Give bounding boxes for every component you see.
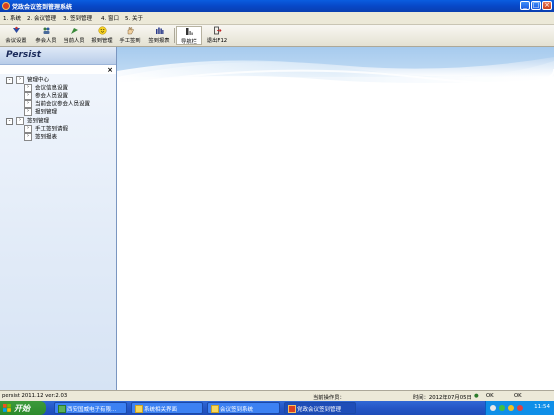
status-ok-icon: ●	[474, 393, 479, 399]
maximize-button[interactable]: □	[531, 1, 541, 10]
toolbar-label: 会议设置	[5, 38, 27, 44]
toolbar-label: 参会人员	[35, 38, 57, 44]
meeting-icon	[12, 26, 21, 35]
status-ok-2: OK	[514, 393, 522, 399]
menu-item-checkin[interactable]: 3. 签到管理	[63, 14, 92, 22]
start-button[interactable]: 开始	[0, 401, 46, 415]
menu-bar: 1. 系统 2. 会议管理 3. 签到管理 4. 窗口 5. 关于	[0, 12, 554, 25]
toolbar-meeting-settings[interactable]: 会议设置	[3, 26, 29, 45]
toolbar-attendees[interactable]: 参会人员	[33, 26, 59, 45]
taskbar-item-2[interactable]: 系统相关界面	[131, 402, 203, 414]
toolbar: 会议设置 参会人员 当前人员 报到管理 手工签到 签到报表 导航栏 退出F12	[0, 25, 554, 47]
toolbar-navigator[interactable]: 导航栏	[176, 26, 202, 45]
toolbar-separator	[174, 28, 175, 43]
minimize-button[interactable]: _	[520, 1, 530, 10]
status-ok-1: OK	[486, 393, 494, 399]
toolbar-current-people[interactable]: 当前人员	[61, 26, 87, 45]
status-operator: 当前操作员：	[313, 395, 345, 401]
page-icon: ›	[24, 133, 32, 141]
taskbar-item-label: 西安国威电子有限...	[67, 407, 117, 413]
toolbar-label: 导航栏	[181, 39, 197, 45]
tree-label: 手工签到请假	[35, 126, 69, 133]
exit-icon	[213, 26, 222, 35]
page-icon: ›	[24, 84, 32, 92]
main-workspace	[117, 47, 554, 390]
taskbar-item-4[interactable]: 党政会议签到管理	[284, 402, 356, 414]
tree-item-meeting-info[interactable]: › 会议信息设置	[24, 84, 68, 92]
toolbar-label: 签到报表	[148, 38, 170, 44]
tree-label: 参会人员设置	[35, 93, 69, 100]
tray-icon[interactable]	[508, 405, 514, 411]
tree-label: 当前会议参会人员设置	[35, 101, 91, 108]
toolbar-label: 手工签到	[119, 38, 141, 44]
taskbar: 开始 西安国威电子有限... 系统相关界面 会议签到系统 党政会议签到管理 11…	[0, 401, 554, 415]
navigator-title: Persist	[6, 50, 41, 60]
taskbar-item-1[interactable]: 西安国威电子有限...	[54, 402, 127, 414]
menu-item-about[interactable]: 5. 关于	[125, 14, 143, 22]
menu-item-window[interactable]: 4. 窗口	[101, 14, 119, 22]
report-icon	[155, 26, 164, 35]
taskbar-item-3[interactable]: 会议签到系统	[207, 402, 280, 414]
navigator-close-button[interactable]: ×	[107, 66, 113, 74]
tree-item-registration-management[interactable]: › 报到管理	[24, 108, 57, 116]
collapse-icon[interactable]: -	[6, 118, 13, 125]
person-icon	[70, 26, 79, 35]
close-button[interactable]: ×	[542, 1, 552, 10]
toolbar-label: 当前人员	[63, 38, 85, 44]
collapse-icon[interactable]: -	[6, 77, 13, 84]
tree-item-attendee-settings[interactable]: › 参会人员设置	[24, 92, 68, 100]
page-icon: ›	[24, 100, 32, 108]
toolbar-label: 退出F12	[206, 38, 228, 44]
tree-label: 签到报表	[35, 134, 58, 141]
system-tray: 11:54	[485, 401, 554, 415]
browser-icon	[58, 405, 66, 413]
tray-icon[interactable]	[499, 405, 505, 411]
taskbar-item-label: 系统相关界面	[144, 407, 178, 413]
tree-label: 会议信息设置	[35, 85, 69, 92]
folder-icon: ›	[16, 76, 24, 84]
tray-icon[interactable]	[490, 405, 496, 411]
toolbar-registration[interactable]: 报到管理	[89, 26, 115, 45]
menu-item-meeting[interactable]: 2. 会议管理	[27, 14, 56, 22]
clock[interactable]: 11:54	[534, 404, 550, 410]
page-icon: ›	[24, 108, 32, 116]
people-icon	[42, 26, 51, 35]
folder-icon: ›	[16, 117, 24, 125]
app-icon	[2, 2, 10, 10]
tree-label: 报到管理	[35, 109, 58, 116]
tree-label: 管理中心	[27, 77, 50, 84]
tree-item-current-meeting-attendees[interactable]: › 当前会议参会人员设置	[24, 100, 90, 108]
navigator-panel: Persist × - › 管理中心 › 会议信息设置 › 参会人员设置 › 当前会议参…	[0, 47, 117, 390]
start-label: 开始	[14, 404, 30, 413]
tree-item-checkin-report[interactable]: › 签到报表	[24, 133, 57, 141]
toolbar-label: 报到管理	[91, 38, 113, 44]
hand-icon	[126, 26, 135, 35]
app-icon	[288, 405, 296, 413]
toolbar-checkin-report[interactable]: 签到报表	[146, 26, 172, 45]
header-wave-graphic	[117, 47, 554, 127]
navigator-header: Persist	[0, 47, 116, 65]
title-bar[interactable]: 党政会议签到管理系统 _ □ ×	[0, 0, 554, 12]
navigator-icon	[185, 27, 194, 36]
status-time: 时间：2012年07月05日	[413, 395, 472, 401]
smiley-icon	[97, 26, 107, 35]
status-version: persist 2011.12 ver:2.03	[2, 393, 68, 399]
window-title: 党政会议签到管理系统	[12, 4, 73, 11]
menu-item-system[interactable]: 1. 系统	[3, 14, 21, 22]
toolbar-exit[interactable]: 退出F12	[204, 26, 230, 45]
app-window: 党政会议签到管理系统 _ □ × 1. 系统 2. 会议管理 3. 签到管理 4…	[0, 0, 554, 402]
tray-icon[interactable]	[517, 405, 523, 411]
folder-icon	[135, 405, 143, 413]
taskbar-item-label: 党政会议签到管理	[297, 407, 342, 413]
navigator-tree: - › 管理中心 › 会议信息设置 › 参会人员设置 › 当前会议参会人员设置 › 报到管…	[0, 74, 116, 390]
windows-flag-icon	[3, 404, 11, 412]
folder-icon	[211, 405, 219, 413]
tree-label: 签到管理	[27, 118, 50, 125]
toolbar-manual-checkin[interactable]: 手工签到	[117, 26, 143, 45]
page-icon: ›	[24, 125, 32, 133]
page-icon: ›	[24, 92, 32, 100]
taskbar-item-label: 会议签到系统	[220, 407, 254, 413]
tree-item-manual-checkin-leave[interactable]: › 手工签到请假	[24, 125, 68, 133]
